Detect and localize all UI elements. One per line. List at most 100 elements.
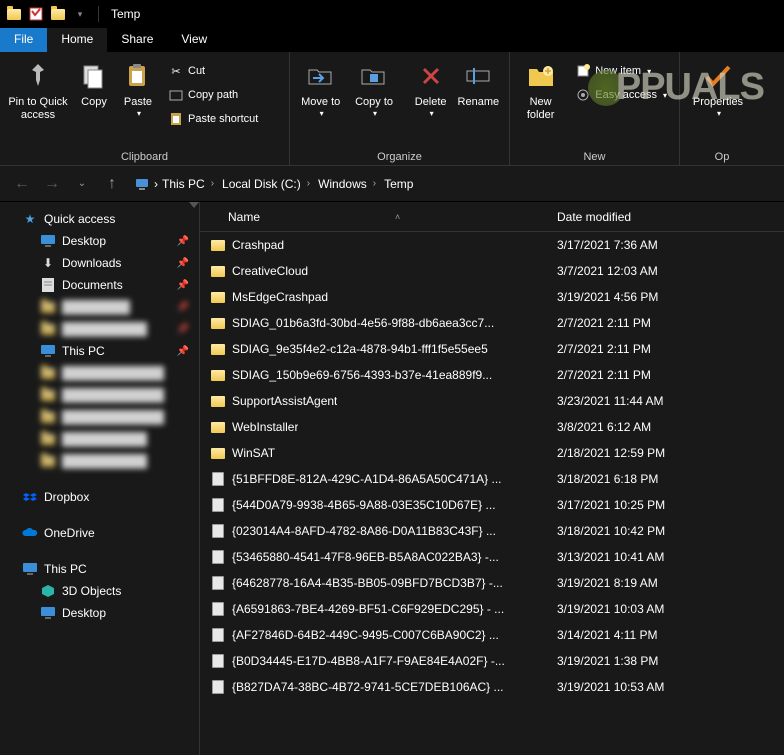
nav-this-pc-quick[interactable]: This PC📌 <box>0 340 199 362</box>
pin-icon: 📌 <box>177 236 189 247</box>
nav-dropbox[interactable]: Dropbox <box>0 486 199 508</box>
rename-button[interactable]: Rename <box>452 58 505 111</box>
nav-hidden-item[interactable]: ████████████ <box>0 384 199 406</box>
paste-button[interactable]: Paste ▾ <box>116 58 160 121</box>
qat-dropdown-icon[interactable]: ▾ <box>72 6 88 22</box>
crumb-windows[interactable]: Windows› <box>318 177 380 191</box>
qat-folder-icon[interactable] <box>50 6 66 22</box>
chevron-down-icon: ▾ <box>647 67 651 76</box>
file-date-cell: 3/19/2021 10:03 AM <box>545 602 784 616</box>
chevron-down-icon: ▾ <box>717 109 721 119</box>
table-row[interactable]: {B827DA74-38BC-4B72-9741-5CE7DEB106AC} .… <box>200 674 784 700</box>
paste-shortcut-button[interactable]: Paste shortcut <box>164 108 262 130</box>
file-date-cell: 2/7/2021 2:11 PM <box>545 316 784 330</box>
ribbon-group-open: Properties ▾ Op <box>680 52 764 165</box>
file-date-cell: 3/14/2021 4:11 PM <box>545 628 784 642</box>
nav-downloads[interactable]: ⬇ Downloads📌 <box>0 252 199 274</box>
nav-hidden-item[interactable]: ████████📌 <box>0 296 199 318</box>
new-folder-button[interactable]: New folder <box>514 58 567 124</box>
table-row[interactable]: {53465880-4541-47F8-96EB-B5A8AC022BA3} -… <box>200 544 784 570</box>
window-title: Temp <box>111 7 140 21</box>
file-rows: Crashpad3/17/2021 7:36 AMCreativeCloud3/… <box>200 232 784 755</box>
nav-onedrive[interactable]: OneDrive <box>0 522 199 544</box>
pin-to-quick-access-button[interactable]: Pin to Quick access <box>4 58 72 124</box>
documents-icon <box>40 277 56 293</box>
file-name-cell: MsEdgeCrashpad <box>200 289 545 305</box>
move-to-label: Move to <box>301 96 340 109</box>
table-row[interactable]: {51BFFD8E-812A-429C-A1D4-86A5A50C471A} .… <box>200 466 784 492</box>
file-name-cell: {A6591863-7BE4-4269-BF51-C6F929EDC295} -… <box>200 601 545 617</box>
crumb-local-disk[interactable]: Local Disk (C:)› <box>222 177 314 191</box>
nav-3d-objects[interactable]: 3D Objects <box>0 580 199 602</box>
table-row[interactable]: SupportAssistAgent3/23/2021 11:44 AM <box>200 388 784 414</box>
cut-button[interactable]: ✂ Cut <box>164 60 262 82</box>
forward-button[interactable]: → <box>40 172 64 196</box>
file-icon <box>210 679 226 695</box>
nav-hidden-item[interactable]: ████████████ <box>0 362 199 384</box>
delete-button[interactable]: Delete ▾ <box>410 58 452 121</box>
nav-documents[interactable]: Documents📌 <box>0 274 199 296</box>
file-icon <box>210 549 226 565</box>
copy-button[interactable]: Copy <box>72 58 116 111</box>
onedrive-icon <box>22 525 38 541</box>
tab-share[interactable]: Share <box>107 28 167 52</box>
nav-desktop-2[interactable]: Desktop <box>0 602 199 624</box>
pc-icon <box>40 343 56 359</box>
table-row[interactable]: Crashpad3/17/2021 7:36 AM <box>200 232 784 258</box>
file-icon <box>210 575 226 591</box>
file-icon <box>210 653 226 669</box>
copy-path-button[interactable]: Copy path <box>164 84 262 106</box>
pin-icon: 📌 <box>177 258 189 269</box>
table-row[interactable]: CreativeCloud3/7/2021 12:03 AM <box>200 258 784 284</box>
table-row[interactable]: {023014A4-8AFD-4782-8A86-D0A11B83C43F} .… <box>200 518 784 544</box>
column-header-date[interactable]: Date modified <box>545 210 784 224</box>
copy-to-button[interactable]: Copy to ▾ <box>347 58 400 121</box>
table-row[interactable]: {544D0A79-9938-4B65-9A88-03E35C10D67E} .… <box>200 492 784 518</box>
folder-icon <box>210 315 226 331</box>
tab-home[interactable]: Home <box>47 28 107 52</box>
nav-hidden-item[interactable]: ██████████📌 <box>0 318 199 340</box>
table-row[interactable]: SDIAG_01b6a3fd-30bd-4e56-9f88-db6aea3cc7… <box>200 310 784 336</box>
table-row[interactable]: WebInstaller3/8/2021 6:12 AM <box>200 414 784 440</box>
easy-access-button[interactable]: Easy access ▾ <box>571 84 671 106</box>
table-row[interactable]: {AF27846D-64B2-449C-9495-C007C6BA90C2} .… <box>200 622 784 648</box>
new-item-button[interactable]: New item ▾ <box>571 60 671 82</box>
copy-to-icon <box>358 60 390 92</box>
back-button[interactable]: ← <box>10 172 34 196</box>
table-row[interactable]: {64628778-16A4-4B35-BB05-09BFD7BCD3B7} -… <box>200 570 784 596</box>
file-icon <box>210 471 226 487</box>
nav-hidden-item[interactable]: ██████████ <box>0 450 199 472</box>
copy-to-label: Copy to <box>355 96 393 109</box>
nav-quick-access[interactable]: ★ Quick access <box>0 208 199 230</box>
move-to-button[interactable]: Move to ▾ <box>294 58 347 121</box>
table-row[interactable]: SDIAG_150b9e69-6756-4393-b37e-41ea889f9.… <box>200 362 784 388</box>
ribbon: Pin to Quick access Copy Paste ▾ ✂ Cut C… <box>0 52 784 166</box>
chevron-right-icon[interactable]: › <box>154 177 158 191</box>
table-row[interactable]: {B0D34445-E17D-4BB8-A1F7-F9AE84E4A02F} -… <box>200 648 784 674</box>
file-name-cell: WinSAT <box>200 445 545 461</box>
nav-desktop[interactable]: Desktop📌 <box>0 230 199 252</box>
history-dropdown[interactable]: ⌄ <box>70 172 94 196</box>
crumb-temp[interactable]: Temp <box>384 177 413 191</box>
file-name-cell: {B0D34445-E17D-4BB8-A1F7-F9AE84E4A02F} -… <box>200 653 545 669</box>
table-row[interactable]: WinSAT2/18/2021 12:59 PM <box>200 440 784 466</box>
nav-hidden-item[interactable]: ████████████ <box>0 406 199 428</box>
breadcrumb[interactable]: › This PC› Local Disk (C:)› Windows› Tem… <box>130 172 774 196</box>
column-header-name[interactable]: Name ˄ <box>200 210 545 224</box>
table-row[interactable]: MsEdgeCrashpad3/19/2021 4:56 PM <box>200 284 784 310</box>
file-name-cell: SDIAG_9e35f4e2-c12a-4878-94b1-fff1f5e55e… <box>200 341 545 357</box>
table-row[interactable]: SDIAG_9e35f4e2-c12a-4878-94b1-fff1f5e55e… <box>200 336 784 362</box>
explorer-icon <box>6 6 22 22</box>
nav-hidden-item[interactable]: ██████████ <box>0 428 199 450</box>
delete-icon <box>415 60 447 92</box>
table-row[interactable]: {A6591863-7BE4-4269-BF51-C6F929EDC295} -… <box>200 596 784 622</box>
crumb-this-pc[interactable]: This PC› <box>162 177 218 191</box>
tab-file[interactable]: File <box>0 28 47 52</box>
nav-this-pc[interactable]: This PC <box>0 558 199 580</box>
qat-properties-icon[interactable] <box>28 6 44 22</box>
up-button[interactable]: ↑ <box>100 172 124 196</box>
file-date-cell: 3/19/2021 10:53 AM <box>545 680 784 694</box>
tab-view[interactable]: View <box>167 28 221 52</box>
pane-resize-handle[interactable] <box>197 202 200 755</box>
properties-button[interactable]: Properties ▾ <box>684 58 752 121</box>
